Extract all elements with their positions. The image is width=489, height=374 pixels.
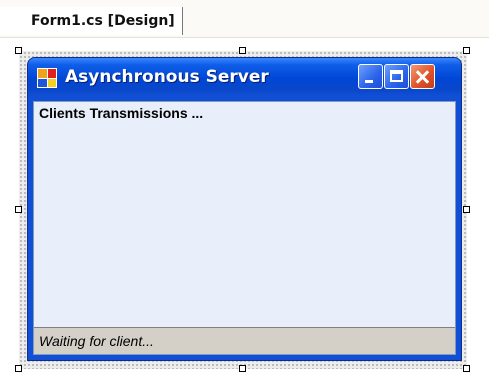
form-titlebar[interactable]: Asynchronous Server — [28, 58, 461, 96]
resize-handle-left[interactable] — [15, 206, 22, 213]
resize-handle-right[interactable] — [463, 206, 470, 213]
resize-handle-top-left[interactable] — [15, 47, 22, 54]
form-window[interactable]: Asynchronous Server Clients Transmission… — [27, 57, 462, 361]
maximize-icon[interactable] — [384, 64, 409, 89]
log-text: Clients Transmissions ... — [39, 105, 204, 121]
resize-handle-bottom-right[interactable] — [463, 365, 470, 372]
resize-handle-top[interactable] — [239, 47, 246, 54]
winforms-app-icon — [37, 68, 57, 88]
minimize-icon[interactable] — [358, 64, 383, 89]
client-log-textbox[interactable]: Clients Transmissions ... Waiting for cl… — [33, 101, 456, 355]
resize-handle-bottom[interactable] — [239, 365, 246, 372]
tab-form1-design[interactable]: Form1.cs [Design] — [0, 7, 183, 35]
document-tab-strip: Form1.cs [Design] — [0, 0, 489, 38]
form-title: Asynchronous Server — [65, 67, 269, 87]
status-bar: Waiting for client... — [34, 327, 455, 354]
resize-handle-top-right[interactable] — [463, 47, 470, 54]
status-text: Waiting for client... — [39, 333, 154, 349]
resize-handle-bottom-left[interactable] — [15, 365, 22, 372]
close-icon[interactable] — [410, 64, 435, 89]
